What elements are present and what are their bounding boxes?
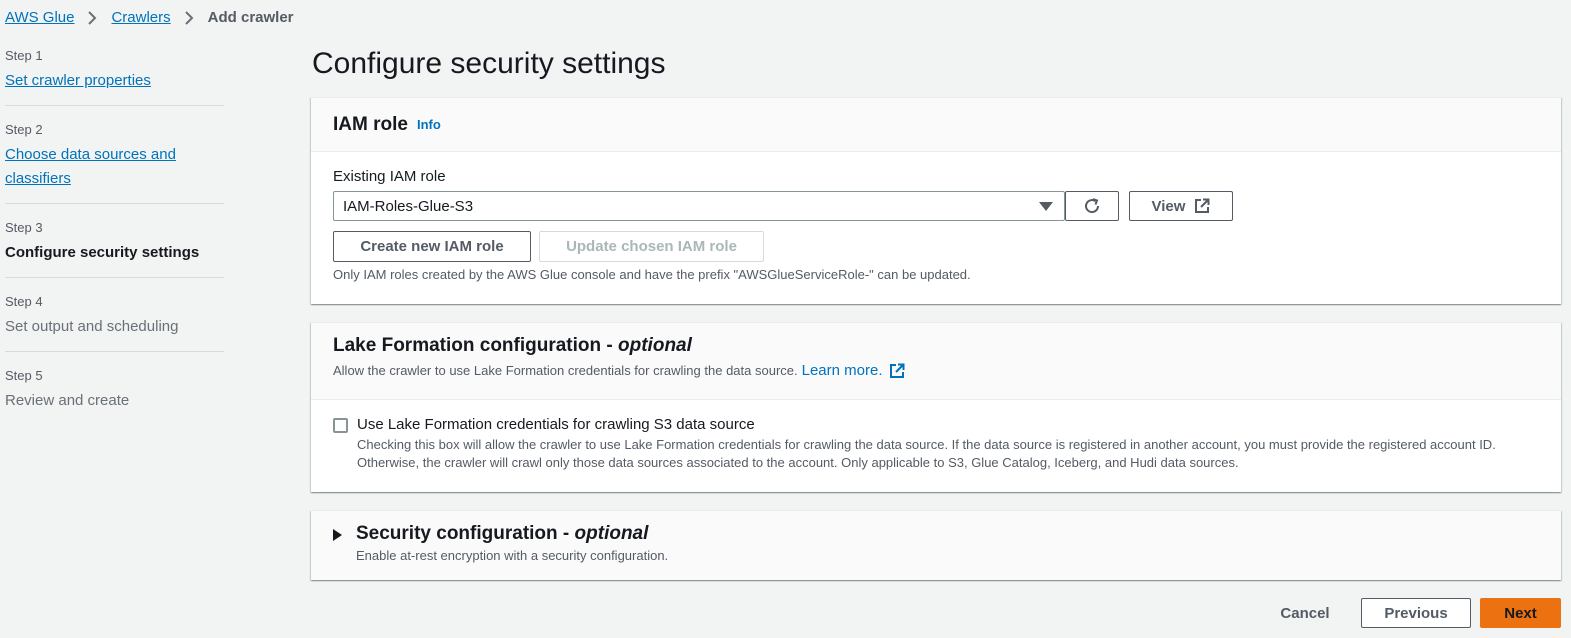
cancel-button[interactable]: Cancel <box>1270 598 1340 628</box>
chevron-right-icon <box>184 10 194 25</box>
optional-label: optional <box>618 335 692 356</box>
view-button-label: View <box>1151 197 1186 215</box>
next-button[interactable]: Next <box>1480 598 1561 628</box>
step-title-set-output: Set output and scheduling <box>5 318 179 335</box>
update-chosen-iam-role-button[interactable]: Update chosen IAM role <box>539 231 764 262</box>
security-configuration-container: Security configuration - optional Enable… <box>311 510 1561 580</box>
refresh-button[interactable] <box>1065 191 1119 221</box>
lake-formation-title: Lake Formation configuration - optional <box>333 335 1539 357</box>
step-link-choose-data-sources[interactable]: Choose data sources and classifiers <box>5 143 185 191</box>
lake-formation-container: Lake Formation configuration - optional … <box>311 322 1561 492</box>
step-number: Step 3 <box>5 220 43 235</box>
lake-formation-checkbox-description: Checking this box will allow the crawler… <box>357 437 1496 470</box>
refresh-icon <box>1085 198 1100 214</box>
step-link-set-crawler-properties[interactable]: Set crawler properties <box>5 69 224 93</box>
chevron-right-icon <box>88 10 97 25</box>
learn-more-label: Learn more. <box>801 362 883 379</box>
breadcrumb-current: Add crawler <box>207 9 294 26</box>
caret-down-icon <box>1039 202 1053 211</box>
lake-formation-checkbox[interactable] <box>333 418 348 433</box>
breadcrumb: AWS Glue Crawlers Add crawler <box>5 9 294 26</box>
security-configuration-text: Security configuration - optional Enable… <box>356 523 668 563</box>
breadcrumb-link-crawlers[interactable]: Crawlers <box>111 9 170 26</box>
security-configuration-title-text: Security configuration - <box>356 523 575 544</box>
create-new-iam-role-button[interactable]: Create new IAM role <box>333 231 531 262</box>
wizard-step-4: Step 4 Set output and scheduling <box>5 293 224 352</box>
external-link-icon <box>889 363 904 378</box>
page-title: Configure security settings <box>312 47 666 80</box>
optional-label: optional <box>574 523 649 544</box>
security-configuration-description: Enable at-rest encryption with a securit… <box>356 548 669 563</box>
lake-formation-description-text: Allow the crawler to use Lake Formation … <box>333 363 798 378</box>
lake-formation-header: Lake Formation configuration - optional … <box>311 323 1561 400</box>
step-title-review: Review and create <box>5 392 130 409</box>
wizard-step-2: Step 2 Choose data sources and classifie… <box>5 121 224 204</box>
iam-role-container: IAM role Info Existing IAM role IAM-Role… <box>311 97 1561 304</box>
step-number: Step 1 <box>5 48 43 63</box>
info-link[interactable]: Info <box>417 117 441 132</box>
security-configuration-title: Security configuration - optional <box>356 523 668 545</box>
external-link-icon <box>1195 198 1210 213</box>
iam-role-title: IAM role <box>333 113 408 135</box>
lake-formation-title-text: Lake Formation configuration - <box>333 335 619 356</box>
security-configuration-expander[interactable]: Security configuration - optional Enable… <box>333 523 668 563</box>
iam-role-selected-value: IAM-Roles-Glue-S3 <box>343 197 474 215</box>
wizard-step-1: Step 1 Set crawler properties <box>5 47 224 106</box>
step-number: Step 5 <box>5 368 43 383</box>
previous-button[interactable]: Previous <box>1361 598 1471 628</box>
lake-formation-checkbox-row: Use Lake Formation credentials for crawl… <box>333 415 1542 472</box>
step-current-configure-security: Configure security settings <box>5 244 200 261</box>
lake-formation-checkbox-label[interactable]: Use Lake Formation credentials for crawl… <box>357 415 1542 435</box>
wizard-step-5: Step 5 Review and create <box>5 367 224 425</box>
iam-role-select[interactable]: IAM-Roles-Glue-S3 <box>333 191 1065 221</box>
learn-more-link[interactable]: Learn more. <box>802 362 905 379</box>
iam-role-hint: Only IAM roles created by the AWS Glue c… <box>333 267 971 282</box>
step-number: Step 4 <box>5 294 43 309</box>
view-button[interactable]: View <box>1129 191 1233 221</box>
step-number: Step 2 <box>5 122 43 137</box>
breadcrumb-link-aws-glue[interactable]: AWS Glue <box>5 9 74 26</box>
existing-iam-role-label: Existing IAM role <box>333 168 446 185</box>
wizard-steps: Step 1 Set crawler properties Step 2 Cho… <box>5 47 224 440</box>
wizard-step-3: Step 3 Configure security settings <box>5 219 224 278</box>
iam-role-header: IAM role Info <box>311 98 1561 152</box>
caret-right-icon <box>333 529 342 541</box>
lake-formation-description: Allow the crawler to use Lake Formation … <box>333 362 1539 379</box>
lake-formation-checkbox-text: Use Lake Formation credentials for crawl… <box>357 415 1542 472</box>
